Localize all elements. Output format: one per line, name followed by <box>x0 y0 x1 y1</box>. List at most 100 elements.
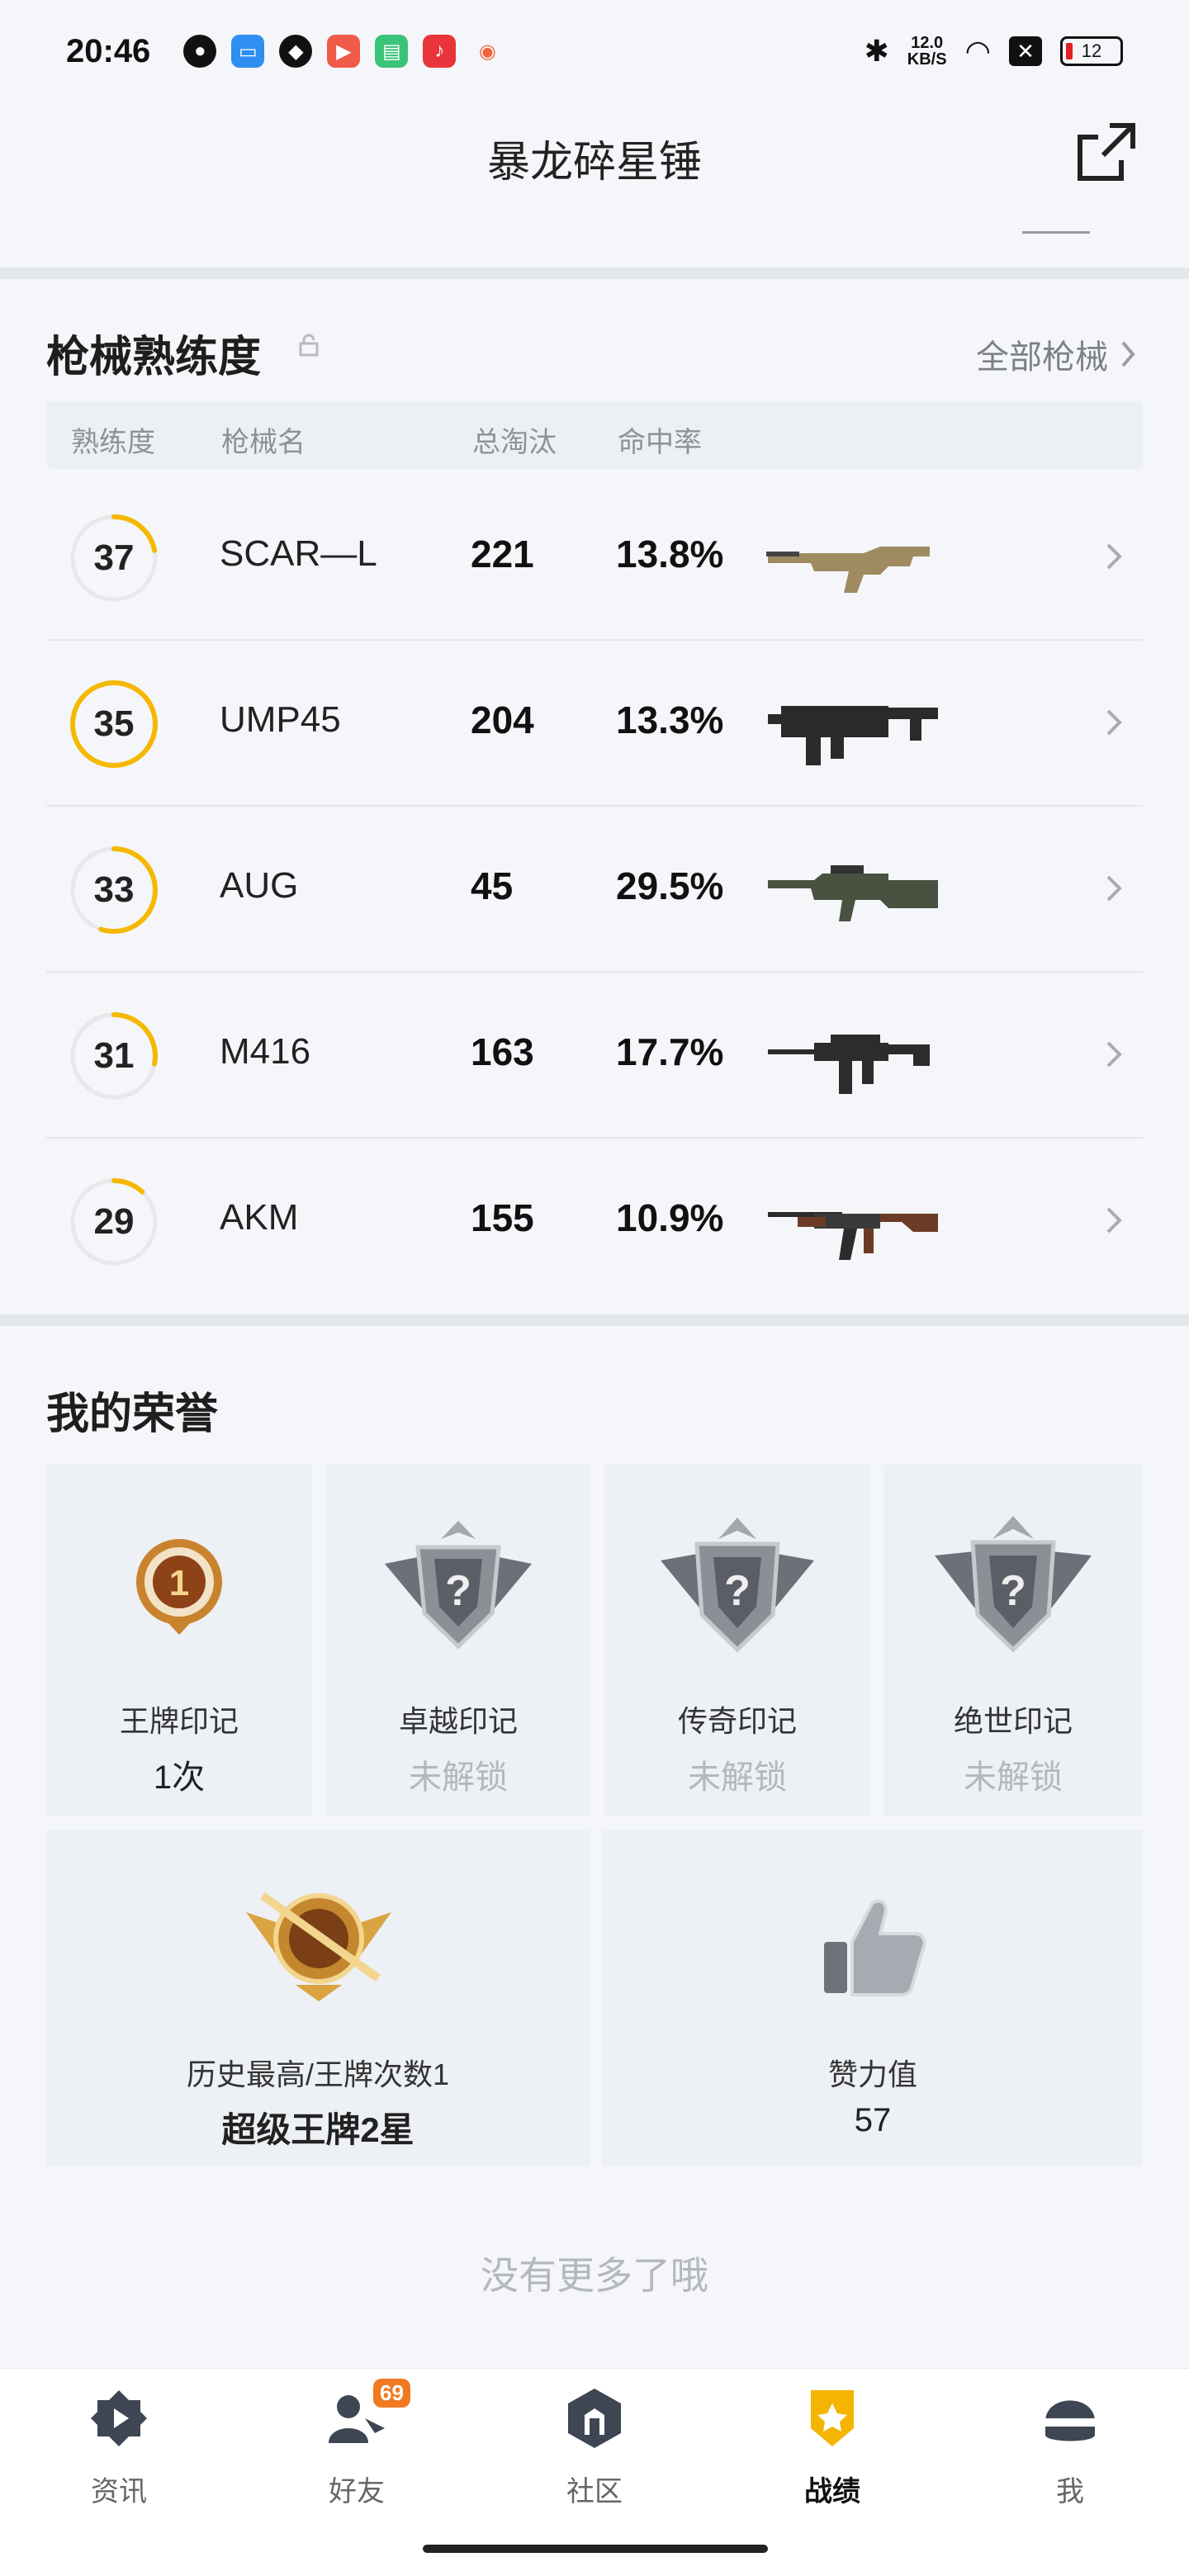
honor-label: 绝世印记 <box>953 1704 1073 1738</box>
ace-mark-icon: 1 <box>136 1539 222 1635</box>
files-icon: ▭ <box>231 35 265 68</box>
page-title: 暴龙碎星锤 <box>486 139 702 187</box>
gun-row[interactable]: 29 AKM 155 10.9% <box>46 1139 1143 1305</box>
chevron-right-icon <box>1121 341 1135 367</box>
honor-card-best-rank[interactable]: 历史最高/王牌次数1 超级王牌2星 <box>46 1830 590 2166</box>
likes-value: 57 <box>854 2102 892 2138</box>
honor-label: 王牌印记 <box>119 1704 239 1738</box>
locked-badge-icon: ? <box>935 1516 1092 1653</box>
honor-label: 传奇印记 <box>677 1704 797 1738</box>
col-gun-name: 枪械名 <box>221 427 306 458</box>
honor-value: 1次 <box>153 1759 206 1796</box>
honor-section-title: 我的荣誉 <box>46 1390 219 1438</box>
proficiency-level: 29 <box>93 1201 135 1242</box>
nav-label: 好友 <box>329 2476 385 2507</box>
gun-row[interactable]: 33 AUG 45 29.5% <box>46 807 1143 973</box>
gun-hit-rate: 13.8% <box>616 533 724 575</box>
nav-label: 我 <box>1056 2476 1084 2507</box>
chevron-right-icon <box>1106 1041 1122 1068</box>
best-rank-value: 超级王牌2星 <box>221 2110 414 2149</box>
section-divider <box>0 1314 1189 1326</box>
honor-card-likes[interactable]: 赞力值 57 <box>603 1830 1143 2166</box>
wechat-icon: ● <box>183 35 217 68</box>
tab-indicator <box>1022 231 1090 234</box>
system-icons: ✱ 12.0 KB/S ◠ ✕ 12 <box>865 34 1123 69</box>
gun-eliminations: 221 <box>471 533 534 575</box>
video-icon: ▶ <box>327 35 361 68</box>
gun-eliminations: 163 <box>471 1030 534 1073</box>
gun-image <box>768 1212 938 1260</box>
honor-value: 未解锁 <box>964 1759 1063 1796</box>
honor-card-legend[interactable]: ? 传奇印记 未解锁 <box>604 1465 870 1816</box>
svg-text:?: ? <box>724 1567 751 1615</box>
chevron-right-icon <box>1106 875 1122 902</box>
gun-image <box>768 1035 930 1094</box>
gun-image <box>766 547 930 593</box>
gun-image <box>768 706 938 765</box>
proficiency-level: 35 <box>93 703 135 744</box>
nav-tab-news[interactable]: 资讯 <box>36 2385 201 2509</box>
honor-card-excellent[interactable]: ? 卓越印记 未解锁 <box>325 1465 591 1816</box>
gun-hit-rate: 29.5% <box>616 864 724 907</box>
honor-value: 未解锁 <box>688 1759 787 1796</box>
honor-card-peerless[interactable]: ? 绝世印记 未解锁 <box>883 1465 1143 1816</box>
nav-tab-friends[interactable]: 69 好友 <box>274 2379 439 2509</box>
end-of-list-note: 没有更多了哦 <box>481 2254 708 2297</box>
community-icon <box>568 2389 621 2448</box>
locked-badge-icon: ? <box>661 1518 814 1653</box>
honor-card-ace[interactable]: 1 王牌印记 1次 <box>46 1465 312 1816</box>
svg-text:?: ? <box>1000 1567 1026 1615</box>
notification-icons: ● ▭ ◆ ▶ ▤ ♪ ◉ <box>183 35 504 68</box>
svg-text:1: 1 <box>169 1563 189 1603</box>
gun-row[interactable]: 31 M416 163 17.7% <box>46 973 1143 1139</box>
thumbs-up-icon <box>824 1899 926 1996</box>
honor-value: 未解锁 <box>409 1759 508 1796</box>
gun-image <box>768 865 938 921</box>
gun-proficiency-section: 枪械熟练度 全部枪械 熟练度 枪械名 总淘汰 命中率 37 SCAR—L 221 13… <box>0 279 1189 1311</box>
gun-eliminations: 45 <box>471 864 514 907</box>
bluetooth-icon: ✱ <box>864 34 889 68</box>
status-time: 20:46 <box>66 32 151 69</box>
likes-label: 赞力值 <box>827 2057 917 2091</box>
music-icon: ♪ <box>423 35 457 68</box>
locked-badge-icon: ? <box>385 1521 532 1650</box>
section-divider <box>0 268 1189 279</box>
battery-level: 12 <box>1081 40 1102 61</box>
profile-icon <box>1044 2400 1097 2441</box>
proficiency-level: 31 <box>93 1035 135 1076</box>
nav-tab-community[interactable]: 社区 <box>512 2385 677 2509</box>
gun-row[interactable]: 35 UMP45 204 13.3% <box>46 642 1143 807</box>
status-bar: 20:46 ● ▭ ◆ ▶ ▤ ♪ ◉ ✱ 12.0 KB/S ◠ ✕ 12 <box>0 0 1189 102</box>
page-header: 暴龙碎星锤 <box>0 102 1189 268</box>
chevron-right-icon <box>1106 1207 1122 1234</box>
share-icon[interactable] <box>1073 119 1139 185</box>
proficiency-level: 37 <box>93 537 135 578</box>
honor-label: 卓越印记 <box>398 1704 518 1738</box>
game-icon: ◉ <box>478 40 496 63</box>
gun-hit-rate: 17.7% <box>616 1030 724 1073</box>
sim-off-icon: ✕ <box>1009 36 1042 66</box>
nav-label: 资讯 <box>91 2476 147 2507</box>
wifi-icon: ◠ <box>964 34 991 68</box>
android-icon: ▤ <box>375 35 409 68</box>
all-guns-link[interactable]: 全部枪械 <box>976 330 1138 378</box>
game-assistant-icon: ◆ <box>279 35 313 68</box>
home-indicator[interactable] <box>423 2545 768 2553</box>
nav-tab-record[interactable]: 战绩 <box>750 2385 915 2509</box>
gun-section-title: 枪械熟练度 <box>46 334 262 381</box>
all-guns-label: 全部枪械 <box>976 339 1108 376</box>
col-proficiency: 熟练度 <box>71 427 155 458</box>
gun-name: M416 <box>220 1031 311 1072</box>
lock-icon <box>299 334 319 357</box>
nav-label: 战绩 <box>804 2476 860 2507</box>
col-hit-rate: 命中率 <box>618 427 702 458</box>
gun-name: UMP45 <box>220 699 341 740</box>
battery-icon: 12 <box>1060 36 1123 66</box>
nav-tab-profile[interactable]: 我 <box>988 2385 1153 2509</box>
svg-text:?: ? <box>445 1567 471 1615</box>
gun-row[interactable]: 37 SCAR—L 221 13.8% <box>46 476 1143 641</box>
news-icon <box>91 2390 147 2446</box>
gun-eliminations: 204 <box>471 698 534 741</box>
gun-table-header: 熟练度 枪械名 总淘汰 命中率 <box>46 401 1143 469</box>
net-speed-unit: KB/S <box>907 50 947 69</box>
